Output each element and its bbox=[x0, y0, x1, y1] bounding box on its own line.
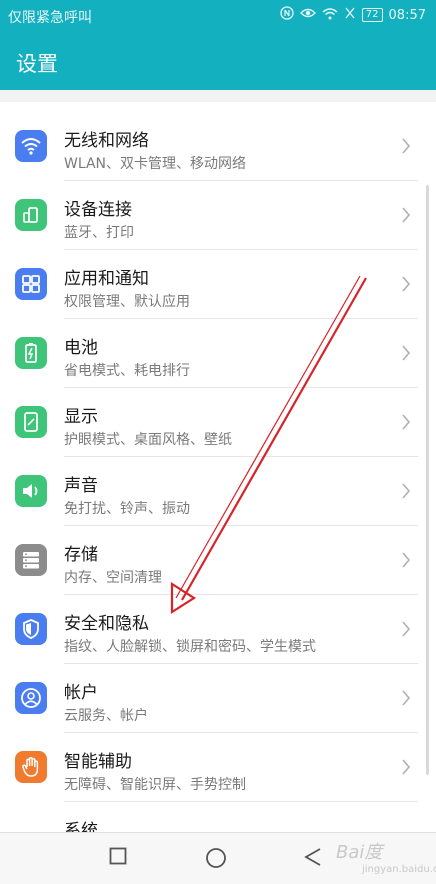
nfc-icon bbox=[280, 6, 294, 24]
page-title: 设置 bbox=[16, 52, 58, 76]
item-subtitle: 指纹、人脸解锁、锁屏和密码、学生模式 bbox=[64, 639, 316, 655]
watermark-url: jingyan.baidu.com bbox=[362, 864, 436, 875]
item-subtitle: 权限管理、默认应用 bbox=[64, 294, 190, 310]
sound-icon bbox=[15, 475, 47, 507]
item-label: 帐户 bbox=[64, 683, 98, 703]
item-label: 电池 bbox=[64, 338, 98, 358]
settings-list[interactable]: 无线和网络 WLAN、双卡管理、移动网络 设备连接 蓝牙、打印 应用和通知 权限… bbox=[0, 102, 436, 832]
device-connect-icon bbox=[15, 199, 47, 231]
chevron-right-icon bbox=[401, 344, 411, 366]
carrier-text: 仅限紧急呼叫 bbox=[8, 10, 92, 26]
home-button[interactable] bbox=[205, 847, 227, 873]
status-bar: 仅限紧急呼叫 72 08:57 bbox=[0, 0, 436, 32]
recent-apps-button[interactable] bbox=[109, 847, 127, 869]
settings-item-account[interactable]: 帐户 云服务、帐户 bbox=[0, 664, 436, 733]
settings-item-wireless[interactable]: 无线和网络 WLAN、双卡管理、移动网络 bbox=[0, 112, 436, 181]
item-label: 存储 bbox=[64, 545, 98, 565]
chevron-right-icon bbox=[401, 689, 411, 711]
item-subtitle: 内存、空间清理 bbox=[64, 570, 162, 586]
hand-icon bbox=[15, 751, 47, 783]
no-sim-icon bbox=[344, 6, 356, 24]
battery-status: 72 bbox=[361, 8, 383, 22]
chevron-right-icon bbox=[401, 137, 411, 159]
chevron-right-icon bbox=[401, 758, 411, 780]
chevron-right-icon bbox=[401, 551, 411, 573]
wifi-status-icon bbox=[322, 7, 338, 24]
item-label: 智能辅助 bbox=[64, 752, 132, 772]
storage-icon bbox=[15, 544, 47, 576]
settings-item-device-connect[interactable]: 设备连接 蓝牙、打印 bbox=[0, 181, 436, 250]
status-icons: 72 08:57 bbox=[280, 6, 426, 24]
list-top-spacer bbox=[0, 90, 436, 102]
account-icon bbox=[15, 682, 47, 714]
item-label: 设备连接 bbox=[64, 200, 132, 220]
clock: 08:57 bbox=[388, 7, 426, 23]
item-label: 显示 bbox=[64, 407, 98, 427]
watermark-logo: Bai度 bbox=[336, 842, 383, 863]
item-subtitle: 无障碍、智能识屏、手势控制 bbox=[64, 777, 246, 793]
app-bar: 设置 bbox=[0, 32, 436, 90]
display-icon bbox=[15, 406, 47, 438]
settings-item-sound[interactable]: 声音 免打扰、铃声、振动 bbox=[0, 457, 436, 526]
chevron-right-icon bbox=[401, 275, 411, 297]
item-label: 无线和网络 bbox=[64, 131, 149, 151]
wifi-icon bbox=[15, 130, 47, 162]
settings-item-display[interactable]: 显示 护眼模式、桌面风格、壁纸 bbox=[0, 388, 436, 457]
battery-icon bbox=[15, 337, 47, 369]
chevron-right-icon bbox=[401, 206, 411, 228]
item-subtitle: 蓝牙、打印 bbox=[64, 225, 134, 241]
scrollbar[interactable] bbox=[426, 185, 429, 775]
settings-item-apps[interactable]: 应用和通知 权限管理、默认应用 bbox=[0, 250, 436, 319]
item-subtitle: 云服务、帐户 bbox=[64, 708, 148, 724]
apps-grid-icon bbox=[15, 268, 47, 300]
item-label: 应用和通知 bbox=[64, 269, 149, 289]
settings-item-smart-assist[interactable]: 智能辅助 无障碍、智能识屏、手势控制 bbox=[0, 733, 436, 802]
chevron-right-icon bbox=[401, 482, 411, 504]
settings-item-battery[interactable]: 电池 省电模式、耗电排行 bbox=[0, 319, 436, 388]
chevron-right-icon bbox=[401, 413, 411, 435]
eye-icon bbox=[299, 7, 316, 23]
back-button[interactable] bbox=[304, 847, 322, 871]
item-subtitle: 护眼模式、桌面风格、壁纸 bbox=[64, 432, 232, 448]
settings-item-storage[interactable]: 存储 内存、空间清理 bbox=[0, 526, 436, 595]
item-subtitle: 免打扰、铃声、振动 bbox=[64, 501, 190, 517]
chevron-right-icon bbox=[401, 620, 411, 642]
item-label: 系统 bbox=[64, 821, 98, 832]
item-subtitle: 省电模式、耗电排行 bbox=[64, 363, 190, 379]
item-label: 安全和隐私 bbox=[64, 614, 149, 634]
item-subtitle: WLAN、双卡管理、移动网络 bbox=[64, 156, 247, 172]
settings-item-security[interactable]: 安全和隐私 指纹、人脸解锁、锁屏和密码、学生模式 bbox=[0, 595, 436, 664]
item-label: 声音 bbox=[64, 476, 98, 496]
settings-item-system[interactable]: 系统 bbox=[0, 802, 436, 832]
shield-icon bbox=[15, 613, 47, 645]
